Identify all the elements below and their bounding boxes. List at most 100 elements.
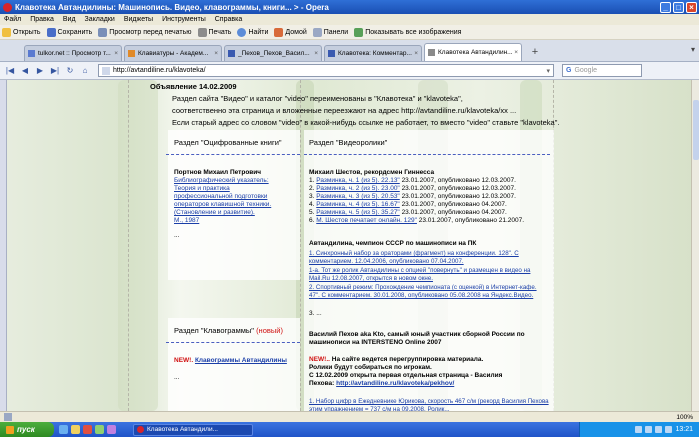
page-icon xyxy=(328,50,335,57)
scrollbar-thumb[interactable] xyxy=(693,100,699,160)
google-icon: G xyxy=(566,67,572,74)
print-button[interactable]: Печать xyxy=(197,27,231,37)
save-button[interactable]: Сохранить xyxy=(46,27,92,37)
books-header: Раздел "Оцифрованные книги" xyxy=(174,138,282,147)
open-button[interactable]: Открыть xyxy=(2,27,41,37)
menu-view[interactable]: Вид xyxy=(63,16,76,23)
print-preview-button[interactable]: Просмотр перед печатью xyxy=(98,27,192,37)
tab-keyboards[interactable]: Клавиатуры - Академ... × xyxy=(124,45,222,61)
close-tab-icon[interactable]: × xyxy=(214,50,218,57)
floppy-icon xyxy=(46,27,56,37)
close-tab-icon[interactable]: × xyxy=(314,50,318,57)
forward-icon[interactable]: ▶ xyxy=(34,65,46,77)
url-input[interactable]: http://avtandiline.ru/klavoteka/ ▾ xyxy=(98,64,554,77)
video-link[interactable]: 2. Спортивный режим: Прохождение чемпион… xyxy=(309,284,549,300)
find-button[interactable]: Найти xyxy=(237,27,268,37)
tab-list-icon[interactable]: ▾ xyxy=(691,45,695,54)
menu-tools[interactable]: Инструменты xyxy=(162,16,206,23)
klavogrammy-link[interactable]: Клавограммы Автандилины xyxy=(195,357,287,364)
tab-klavoteka[interactable]: Клавотека Автандилин... × xyxy=(424,43,522,61)
reload-icon[interactable]: ↻ xyxy=(64,65,76,77)
book-author: Портнов Михаил Петрович xyxy=(174,169,262,176)
page-icon xyxy=(228,50,235,57)
video-link[interactable]: 1-a. Тот же ролик Автандилины с опцией "… xyxy=(309,267,549,283)
tray-icon[interactable] xyxy=(645,426,653,433)
maximize-button[interactable]: □ xyxy=(673,1,684,13)
window-titlebar: Клавотека Автандилины: Машинопись. Видео… xyxy=(0,0,699,14)
menu-bar: Файл Правка Вид Закладки Виджеты Инструм… xyxy=(0,14,699,25)
klavogrammy-header: Раздел "Клавограммы" (новый) xyxy=(174,326,283,335)
menu-bookmarks[interactable]: Закладки xyxy=(85,16,115,23)
side-panel-toggle[interactable] xyxy=(0,80,7,411)
tray-icon[interactable] xyxy=(655,426,663,433)
quick-launch-icon[interactable] xyxy=(83,425,92,434)
panels-button[interactable]: Панели xyxy=(312,27,348,37)
back-icon[interactable]: ◀ xyxy=(19,65,31,77)
quick-launch-icon[interactable] xyxy=(95,425,104,434)
home-nav-icon[interactable]: ⌂ xyxy=(79,65,91,77)
page-icon xyxy=(102,66,110,75)
tray-icon[interactable] xyxy=(635,426,643,433)
video-link[interactable]: Разминка, ч. 4 (из 5). 16.67" xyxy=(316,201,400,208)
video-item: 3. Разминка, ч. 3 (из 5). 20.53" 23.01.2… xyxy=(309,193,516,200)
quick-launch-icon[interactable] xyxy=(59,425,68,434)
opera-icon xyxy=(137,426,144,433)
vertical-scrollbar[interactable] xyxy=(691,80,699,411)
close-tab-icon[interactable]: × xyxy=(514,49,518,56)
close-tab-icon[interactable]: × xyxy=(414,50,418,57)
video-link[interactable]: Разминка, ч. 3 (из 5). 20.53" xyxy=(316,193,400,200)
chevron-down-icon[interactable]: ▾ xyxy=(546,67,550,75)
tab-tulkor[interactable]: tulkor.net :: Просмотр т... × xyxy=(24,45,122,61)
tab-pekhov[interactable]: _Пехов_Пехов_Васил... × xyxy=(224,45,322,61)
quick-launch-icon[interactable] xyxy=(107,425,116,434)
opera-icon xyxy=(3,2,12,12)
windows-flag-icon xyxy=(6,425,14,434)
search-placeholder: Google xyxy=(574,67,598,74)
show-images-button[interactable]: Показывать все изображения xyxy=(354,27,461,37)
close-button[interactable]: × xyxy=(686,1,697,13)
clock: 13:21 xyxy=(675,426,693,433)
menu-widgets[interactable]: Виджеты xyxy=(124,16,153,23)
video-link[interactable]: Разминка, ч. 2 (из 5). 23.00" xyxy=(316,185,400,192)
video-notice: Пехова: http://avtandiline.ru/klavoteka/… xyxy=(309,380,455,387)
zoom-level[interactable]: 100% xyxy=(676,414,693,421)
video-link[interactable]: 1. Синхронный набор за ораторами (фрагме… xyxy=(309,250,549,266)
book-link[interactable]: Библиографический указатель: xyxy=(174,177,269,185)
tab-comments[interactable]: Клавотека: Комментар... × xyxy=(324,45,422,61)
minimize-button[interactable]: _ xyxy=(660,1,671,13)
quick-launch-icon[interactable] xyxy=(71,425,80,434)
status-bar: 100% xyxy=(0,411,699,422)
tray-icon[interactable] xyxy=(665,426,673,433)
printer-icon xyxy=(197,27,207,37)
taskbar-opera-item[interactable]: Клавотека Автандили... xyxy=(133,423,253,436)
book-link[interactable]: Теория и практика xyxy=(174,185,230,193)
video-more: 3. ... xyxy=(309,310,322,317)
start-button[interactable]: пуск xyxy=(0,422,54,437)
menu-help[interactable]: Справка xyxy=(215,16,242,23)
menu-edit[interactable]: Правка xyxy=(30,16,54,23)
quick-launch xyxy=(59,425,119,434)
fast-forward-icon[interactable]: ▶| xyxy=(49,65,61,77)
book-link[interactable]: операторов клавишной техники. xyxy=(174,201,271,209)
close-tab-icon[interactable]: × xyxy=(114,50,118,57)
pekhov-link[interactable]: http://avtandiline.ru/klavoteka/pekhov/ xyxy=(336,380,454,387)
announcement-line: Раздел сайта "Видео" и каталог "video" п… xyxy=(172,94,463,103)
new-tab-button[interactable]: + xyxy=(528,46,542,60)
book-link[interactable]: М., 1987 xyxy=(174,217,199,225)
video-item: 6. М. Шестов печатает онлайн. 129" 23.01… xyxy=(309,217,525,224)
rewind-icon[interactable]: |◀ xyxy=(4,65,16,77)
video-link[interactable]: М. Шестов печатает онлайн. 129" xyxy=(316,217,417,224)
menu-file[interactable]: Файл xyxy=(4,16,21,23)
column-divider xyxy=(128,80,129,411)
book-link[interactable]: профессиональной подготовки xyxy=(174,193,267,201)
search-input[interactable]: G Google xyxy=(562,64,642,77)
klavogrammy-more: ... xyxy=(174,374,180,381)
video-link[interactable]: Разминка, ч. 1 (из 5). 22.13" xyxy=(316,177,400,184)
book-link[interactable]: (Становление и развитие). xyxy=(174,209,255,217)
home-button[interactable]: Домой xyxy=(274,27,307,37)
video-link[interactable]: Разминка, ч. 5 (из 5). 35.27" xyxy=(316,209,400,216)
taskbar: пуск Клавотека Автандили... 13:21 xyxy=(0,422,699,437)
page-icon xyxy=(128,50,135,57)
video-item: 2. Разминка, ч. 2 (из 5). 23.00" 23.01.2… xyxy=(309,185,516,192)
video-group-title: Автандилина, чемпион СССР по машинописи … xyxy=(309,240,477,247)
